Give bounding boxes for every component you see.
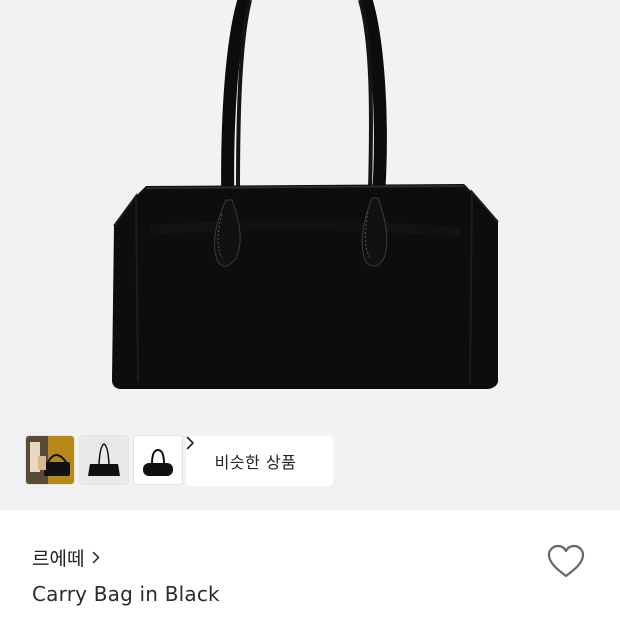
- product-info: 르에떼 Carry Bag in Black: [0, 510, 620, 620]
- thumbnail-2[interactable]: [80, 436, 128, 484]
- thumbnail-bag-side-image: [134, 436, 182, 484]
- brand-link[interactable]: 르에떼: [32, 544, 100, 571]
- product-image-area: 비슷한 상품: [0, 0, 620, 510]
- bag-body: [112, 184, 498, 389]
- thumbnail-bag-flat-image: [80, 436, 128, 484]
- brand-name: 르에떼: [32, 548, 85, 570]
- product-detail-page: 비슷한 상품 르에떼 Carry Bag in Black: [0, 0, 620, 620]
- similar-products-button[interactable]: 비슷한 상품: [186, 436, 333, 486]
- thumbnail-1[interactable]: [26, 436, 74, 484]
- chevron-right-icon: [92, 551, 100, 564]
- thumbnail-lifestyle-image: [26, 436, 74, 484]
- heart-icon: [547, 544, 585, 578]
- bag-handle-back: [221, 0, 251, 217]
- thumbnail-3[interactable]: [134, 436, 182, 484]
- product-main-image[interactable]: [0, 0, 620, 510]
- similar-products-label: 비슷한 상품: [214, 453, 297, 472]
- product-title: Carry Bag in Black: [32, 582, 220, 606]
- wishlist-heart-button[interactable]: [546, 542, 586, 582]
